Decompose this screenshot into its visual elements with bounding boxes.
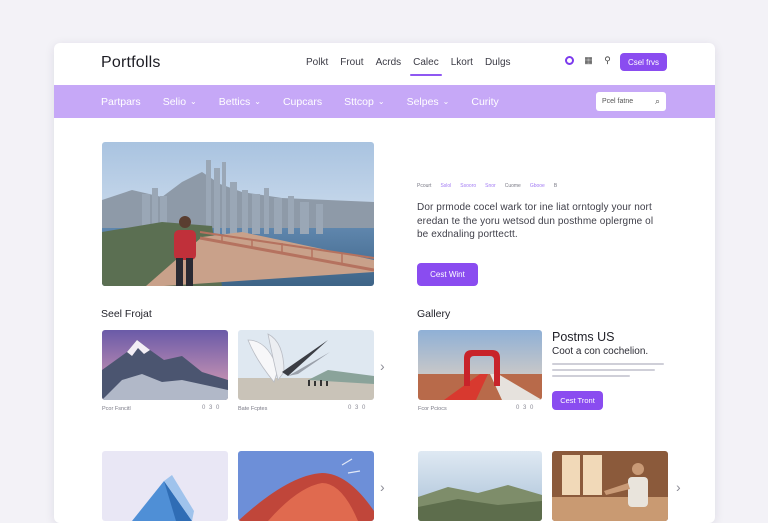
crumb-3[interactable]: Ssooro [460, 183, 476, 189]
search-placeholder: Pcel fatne [602, 98, 634, 105]
category-item-7[interactable]: Curity [471, 96, 498, 108]
portfolio-window: Portfolls Polkt Frout Acrds Calec Lkort … [54, 43, 715, 523]
crumb-2[interactable]: Sslol [440, 183, 451, 189]
category-item-6[interactable]: Selpes ⌄ [407, 96, 450, 108]
category-item-3[interactable]: Bettics ⌄ [219, 96, 261, 108]
top-nav: Polkt Frout Acrds Calec Lkort Dulgs [300, 57, 517, 76]
top-icons: ▦ ⚲ [565, 56, 612, 65]
gallery-thumb-arch[interactable] [418, 330, 542, 400]
project-thumb-sculpture[interactable] [238, 330, 374, 400]
section-title-projects: Seel Frojat [101, 308, 152, 320]
top-nav-item-3[interactable]: Acrds [370, 57, 408, 75]
brand-logo[interactable]: Portfolls [101, 54, 161, 72]
gallery-thumb-interior[interactable] [552, 451, 668, 521]
top-action-button[interactable]: Csel frvs [620, 53, 667, 71]
hero-paragraph: Dor prmode cocel wark tor ine liat ornto… [417, 202, 654, 240]
category-item-1[interactable]: Partpars [101, 96, 141, 108]
pin-icon[interactable]: ⚲ [603, 56, 612, 65]
crumb-7[interactable]: B [554, 183, 557, 189]
project-thumb-mountain[interactable] [102, 330, 228, 400]
category-item-4[interactable]: Cupcars [283, 96, 322, 108]
record-icon[interactable] [565, 56, 574, 65]
feature-title: Postms US [552, 330, 615, 344]
category-item-5[interactable]: Sttcop ⌄ [344, 96, 384, 108]
breadcrumb: Pcourt Sslol Ssooro Snor Cuome Gbooe B [417, 183, 667, 189]
search-input[interactable]: Pcel fatne ⌕ [596, 92, 666, 111]
project-meta-2: 0 3 0 [348, 405, 367, 411]
feature-text-lines [552, 363, 664, 381]
feature-button[interactable]: Cest Tront [552, 391, 603, 410]
hero-image[interactable] [102, 142, 374, 286]
category-nav: Partpars Selio ⌄ Bettics ⌄ Cupcars Sttcop ⌄… [54, 85, 715, 118]
chevron-right-icon[interactable]: › [380, 479, 385, 495]
top-nav-item-6[interactable]: Dulgs [479, 57, 517, 75]
chevron-right-icon[interactable]: › [380, 358, 385, 374]
crumb-1[interactable]: Pcourt [417, 183, 431, 189]
project-thumb-glass[interactable] [102, 451, 228, 521]
crumb-6[interactable]: Gbooe [530, 183, 545, 189]
crumb-4[interactable]: Snor [485, 183, 496, 189]
category-item-2[interactable]: Selio ⌄ [163, 96, 197, 108]
top-nav-item-1[interactable]: Polkt [300, 57, 334, 75]
grid-icon[interactable]: ▦ [584, 56, 593, 65]
chevron-right-icon[interactable]: › [676, 479, 681, 495]
chevron-down-icon: ⌄ [442, 97, 450, 106]
top-bar: Portfolls Polkt Frout Acrds Calec Lkort … [54, 43, 715, 85]
project-caption-1: Pcor Fsncitl [102, 406, 131, 412]
chevron-down-icon: ⌄ [377, 97, 385, 106]
chevron-down-icon: ⌄ [190, 97, 197, 106]
gallery-caption: Fcor Pciocs [418, 406, 447, 412]
search-icon[interactable]: ⌕ [655, 96, 660, 107]
section-title-gallery: Gallery [417, 308, 451, 320]
crumb-5[interactable]: Cuome [505, 183, 521, 189]
hero-button[interactable]: Cest Wint [417, 263, 478, 286]
chevron-down-icon: ⌄ [254, 97, 261, 106]
project-thumb-dome[interactable] [238, 451, 374, 521]
gallery-thumb-landscape[interactable] [418, 451, 542, 521]
hero-text: Pcourt Sslol Ssooro Snor Cuome Gbooe B D… [417, 183, 667, 242]
project-caption-2: Bate Fcptes [238, 406, 268, 412]
top-nav-item-5[interactable]: Lkort [445, 57, 479, 75]
project-meta-1: 0 3 0 [202, 405, 221, 411]
top-nav-item-4-active[interactable]: Calec [407, 57, 445, 76]
top-nav-item-2[interactable]: Frout [334, 57, 369, 75]
feature-subtitle: Coot a con cochelion. [552, 346, 649, 357]
gallery-meta: 0 3 0 [516, 405, 535, 411]
